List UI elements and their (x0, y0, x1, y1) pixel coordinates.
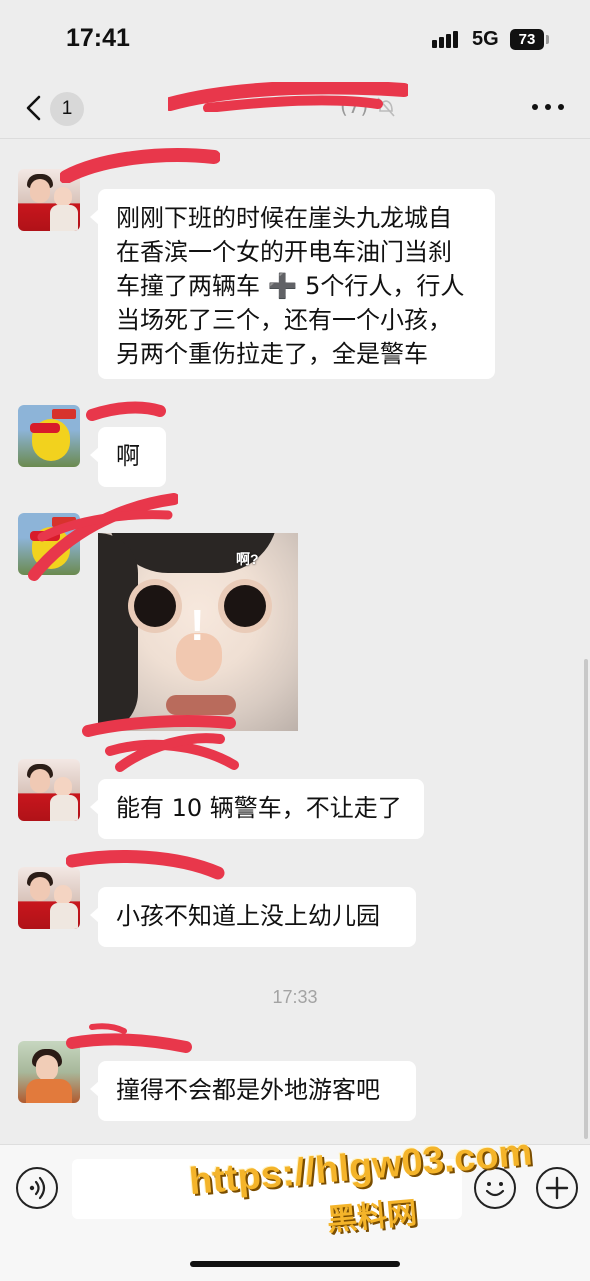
message-bubble[interactable]: 刚刚下班的时候在崖头九龙城自 在香滨一个女的开电车油门当刹 车撞了两辆车 ➕ 5… (90, 189, 495, 379)
message-text-line: 啊 (116, 442, 140, 470)
message-bubble[interactable]: 撞得不会都是外地游客吧 (90, 1061, 416, 1121)
scrollbar[interactable] (584, 659, 588, 1139)
nickname-redaction (60, 148, 220, 183)
sticker-caption: 啊? (236, 551, 259, 567)
status-bar: 17:41 5G 73 (0, 0, 590, 78)
message-bubble[interactable]: 能有 10 辆警车，不让走了 (90, 779, 424, 839)
more-options-button[interactable] (528, 96, 568, 118)
voice-icon (29, 1176, 46, 1200)
sticker-exclamation: ! (190, 601, 205, 650)
nickname-redaction (66, 1023, 192, 1053)
message-text-line: 能有 10 辆警车，不让走了 (116, 794, 402, 822)
avatar[interactable] (18, 405, 80, 467)
avatar[interactable] (18, 759, 80, 821)
time-separator: 17:33 (272, 987, 318, 1007)
message-text-line: 车撞了两辆车 ➕ 5个行人，行人 (116, 272, 465, 300)
message-bubble[interactable]: 啊 (90, 427, 166, 487)
message-text-line: 另两个重伤拉走了，全是警车 (116, 340, 428, 368)
title-redaction (168, 82, 408, 112)
nickname-redaction (82, 715, 239, 772)
back-button[interactable]: 1 (18, 88, 88, 128)
message-text-line: 撞得不会都是外地游客吧 (116, 1076, 380, 1104)
status-time: 17:41 (66, 24, 130, 52)
chat-header: 1 (7) (0, 78, 590, 139)
message-bubble[interactable]: 小孩不知道上没上幼儿园 (90, 887, 416, 947)
voice-button[interactable] (16, 1167, 58, 1209)
message-text-line: 小孩不知道上没上幼儿园 (116, 902, 380, 930)
unread-count-badge: 1 (50, 92, 84, 126)
message-text-line: 在香滨一个女的开电车油门当刹 (116, 238, 452, 266)
message-text-line: 刚刚下班的时候在崖头九龙城自 (116, 204, 452, 232)
watermark-site-name: 黑料网 (325, 1195, 419, 1239)
network-type: 5G (472, 28, 499, 50)
nickname-redaction (66, 850, 225, 880)
battery-icon: 73 (510, 29, 544, 50)
battery-tip (546, 35, 549, 44)
signal-icon (432, 30, 464, 48)
chat-message-list[interactable]: 刚刚下班的时候在崖头九龙城自 在香滨一个女的开电车油门当刹 车撞了两辆车 ➕ 5… (0, 139, 590, 1144)
plus-icon (545, 1176, 569, 1200)
sticker-image[interactable]: ! 啊? (98, 533, 298, 731)
home-indicator (190, 1261, 400, 1267)
message-text-line: 当场死了三个，还有一个小孩， (116, 306, 452, 334)
back-chevron-icon (26, 95, 41, 121)
